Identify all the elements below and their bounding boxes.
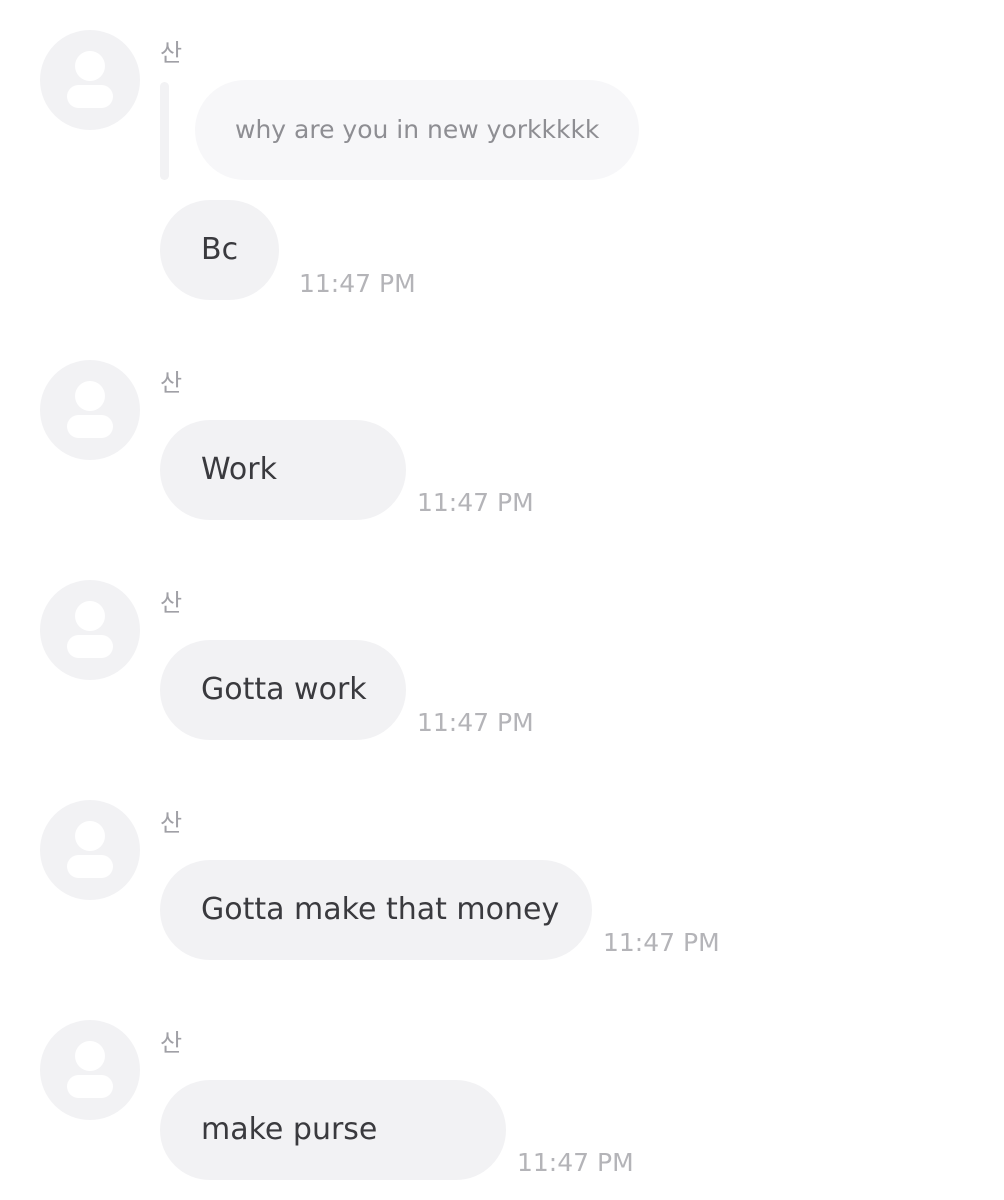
sender-name: 산 <box>160 1029 183 1057</box>
message-timestamp: 11:47 PM <box>603 928 720 957</box>
message-bubble[interactable]: make purse <box>160 1080 506 1180</box>
sender-name: 산 <box>160 589 183 617</box>
avatar-body-shape <box>67 85 113 108</box>
message-bubble[interactable]: Gotta work <box>160 640 406 740</box>
avatar-head-shape <box>75 51 105 81</box>
message-timestamp: 11:47 PM <box>299 269 416 298</box>
sender-name: 산 <box>160 39 183 67</box>
avatar-head-shape <box>75 821 105 851</box>
message-timestamp: 11:47 PM <box>417 488 534 517</box>
avatar-body-shape <box>67 855 113 878</box>
reply-quote-bar <box>160 82 169 180</box>
user-avatar-icon[interactable] <box>40 580 140 680</box>
avatar-head-shape <box>75 601 105 631</box>
sender-name: 산 <box>160 809 183 837</box>
avatar-head-shape <box>75 1041 105 1071</box>
reply-quote-bubble[interactable]: why are you in new yorkkkkk <box>195 80 640 180</box>
avatar-body-shape <box>67 635 113 658</box>
message-timestamp: 11:47 PM <box>517 1148 634 1177</box>
user-avatar-icon[interactable] <box>40 360 140 460</box>
message-bubble[interactable]: Bc <box>160 200 280 300</box>
sender-name: 산 <box>160 369 183 397</box>
message-bubble[interactable]: Work <box>160 420 406 520</box>
avatar-head-shape <box>75 381 105 411</box>
message-timestamp: 11:47 PM <box>417 708 534 737</box>
avatar-body-shape <box>67 415 113 438</box>
user-avatar-icon[interactable] <box>40 1020 140 1120</box>
user-avatar-icon[interactable] <box>40 800 140 900</box>
user-avatar-icon[interactable] <box>40 30 140 130</box>
message-bubble[interactable]: Gotta make that money <box>160 860 592 960</box>
avatar-body-shape <box>67 1075 113 1098</box>
